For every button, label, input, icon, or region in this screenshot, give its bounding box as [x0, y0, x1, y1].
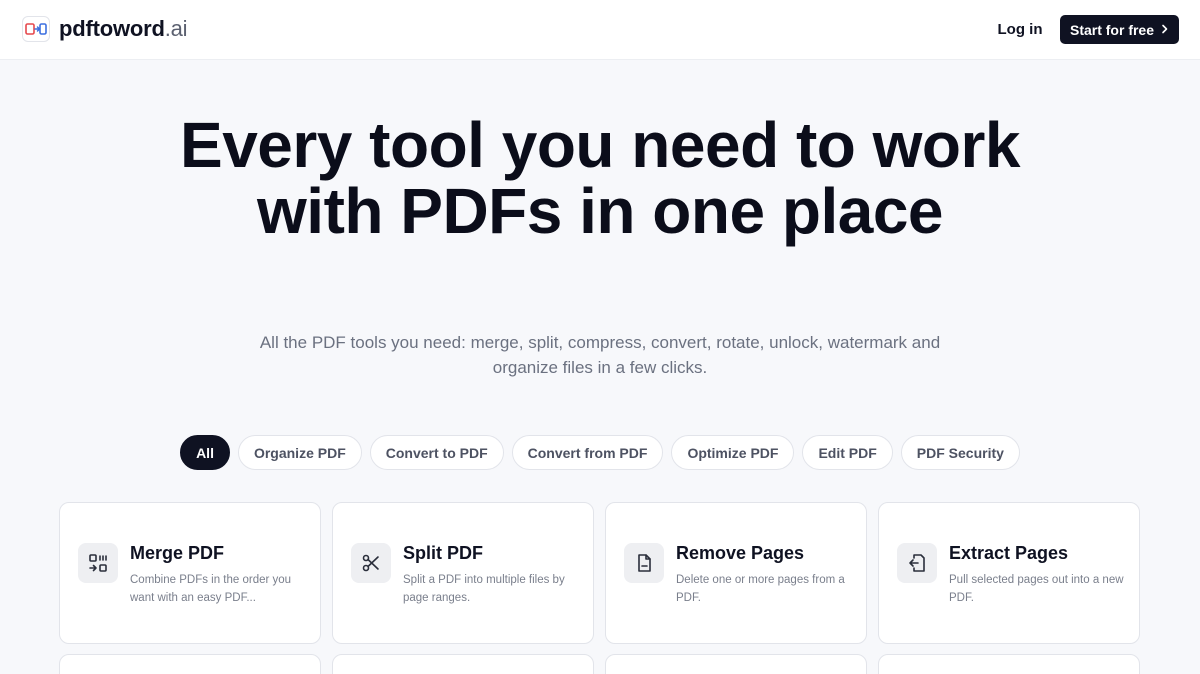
- tool-card[interactable]: [878, 654, 1140, 674]
- brand-name: pdftoword.ai: [59, 16, 188, 41]
- tool-card-description: Delete one or more pages from a PDF.: [676, 574, 845, 604]
- tool-card-title: Extract Pages: [949, 543, 1069, 563]
- brand-logo[interactable]: pdftoword.ai: [22, 16, 188, 42]
- chevron-right-icon: [1161, 23, 1169, 36]
- tool-card[interactable]: [332, 654, 594, 674]
- tool-card-title: Split PDF: [403, 543, 483, 563]
- start-for-free-label: Start for free: [1069, 21, 1155, 38]
- tool-card[interactable]: [59, 654, 321, 674]
- file-remove-icon: [624, 543, 664, 583]
- tool-card-merge-pdf[interactable]: Merge PDF Combine PDFs in the order you …: [59, 502, 321, 644]
- filter-chip-organize-pdf[interactable]: Organize PDF: [237, 435, 362, 470]
- start-for-free-button[interactable]: Start for free: [1060, 15, 1179, 44]
- top-navigation-bar: pdftoword.ai Log in Start for free: [0, 0, 1200, 60]
- tool-card-title: Merge PDF: [130, 543, 225, 563]
- filter-chip-convert-from-pdf[interactable]: Convert from PDF: [511, 435, 664, 470]
- tool-card-title: Remove Pages: [676, 543, 805, 563]
- merge-icon: [78, 543, 118, 583]
- tool-card-description: Pull selected pages out into a new PDF.: [949, 574, 1124, 604]
- file-export-icon: [897, 543, 937, 583]
- tool-card-description: Split a PDF into multiple files by page …: [403, 574, 565, 604]
- hero-title: Every tool you need to work with PDFs in…: [180, 109, 1021, 247]
- tool-card-remove-pages[interactable]: Remove Pages Delete one or more pages fr…: [605, 502, 867, 644]
- filter-chip-pdf-security[interactable]: PDF Security: [900, 435, 1020, 470]
- tool-card[interactable]: [605, 654, 867, 674]
- scissors-icon: [351, 543, 391, 583]
- login-link[interactable]: Log in: [986, 18, 1054, 42]
- hero-subtitle: All the PDF tools you need: merge, split…: [259, 333, 941, 377]
- pdf-to-word-logo-icon: [22, 16, 50, 42]
- category-filter-bar: All Organize PDF Convert to PDF Convert …: [0, 435, 1200, 470]
- tool-card-description: Combine PDFs in the order you want with …: [130, 574, 292, 604]
- filter-chip-edit-pdf[interactable]: Edit PDF: [802, 435, 893, 470]
- filter-chip-convert-to-pdf[interactable]: Convert to PDF: [369, 435, 504, 470]
- tool-card-extract-pages[interactable]: Extract Pages Pull selected pages out in…: [878, 502, 1140, 644]
- filter-chip-optimize-pdf[interactable]: Optimize PDF: [671, 435, 795, 470]
- tool-card-split-pdf[interactable]: Split PDF Split a PDF into multiple file…: [332, 502, 594, 644]
- filter-chip-all[interactable]: All: [180, 435, 230, 470]
